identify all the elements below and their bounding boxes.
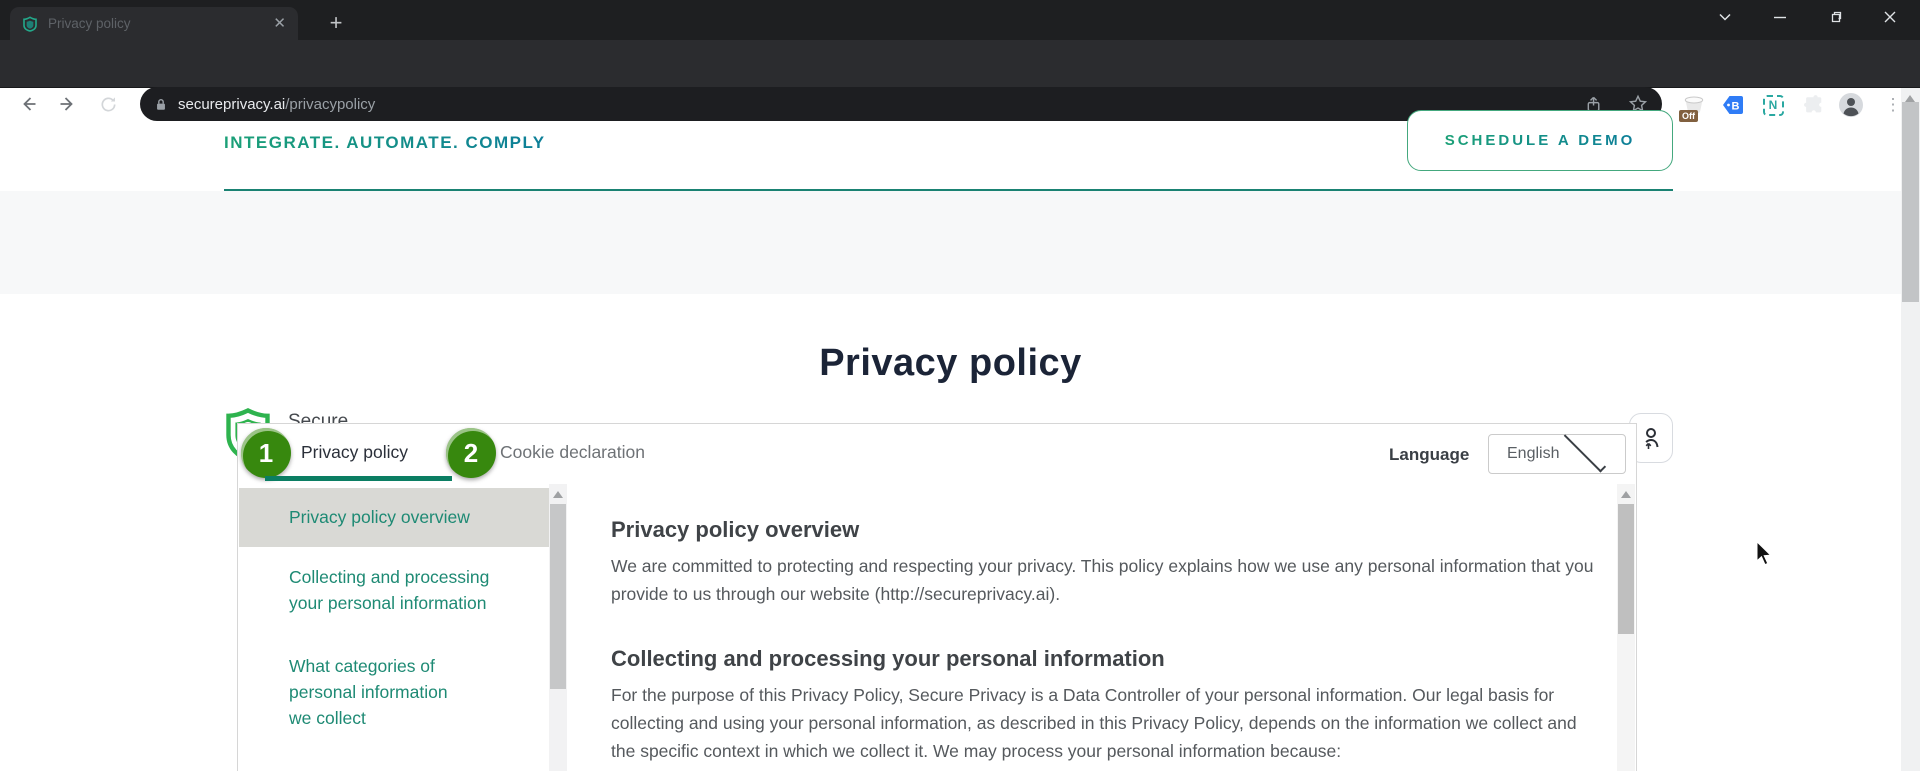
- browser-window: Privacy policy ✕ + secureprivacy.ai/priv…: [0, 0, 1920, 771]
- tab-privacy-policy[interactable]: Privacy policy: [301, 442, 408, 463]
- section-collecting: Collecting and processing your personal …: [611, 646, 1596, 765]
- schedule-demo-button[interactable]: SCHEDULE A DEMO: [1407, 110, 1673, 171]
- url-host: secureprivacy.ai: [178, 95, 286, 113]
- page-scrollbar[interactable]: [1901, 88, 1920, 771]
- active-tab-underline: [265, 476, 452, 481]
- tab-search-chevron-icon[interactable]: [1702, 0, 1748, 34]
- main-navbar: Secure Privacy Solutions Features Techno…: [0, 191, 1901, 463]
- lock-icon[interactable]: [154, 97, 168, 112]
- browser-toolbar: secureprivacy.ai/privacypolicy Off B N ⋮: [0, 40, 1920, 122]
- schedule-demo-label: SCHEDULE A DEMO: [1444, 132, 1636, 149]
- step-2-badge: 2: [446, 428, 496, 478]
- extensions-puzzle-icon[interactable]: [1800, 92, 1826, 118]
- svg-text:B: B: [1732, 101, 1740, 113]
- scrollbar-thumb[interactable]: [1902, 102, 1919, 302]
- browser-tab[interactable]: Privacy policy ✕: [10, 7, 298, 40]
- mouse-cursor: [1755, 539, 1774, 573]
- clipper-extension-icon[interactable]: N: [1760, 92, 1786, 118]
- language-label: Language: [1389, 445, 1470, 464]
- site-tagline: INTEGRATE. AUTOMATE. COMPLY: [224, 133, 546, 152]
- chevron-down-icon: [1564, 430, 1607, 473]
- step-1-badge: 1: [241, 428, 291, 478]
- section-heading: Privacy policy overview: [611, 517, 860, 542]
- section-body: For the purpose of this Privacy Policy, …: [611, 685, 1577, 761]
- back-icon[interactable]: [13, 90, 43, 118]
- cup-extension-icon[interactable]: Off: [1679, 92, 1707, 122]
- language-value: English: [1507, 445, 1560, 462]
- section-body: We are committed to protecting and respe…: [611, 556, 1594, 604]
- sidebar-item-label: Privacy policy overview: [289, 507, 470, 527]
- sidebar-scrollbar[interactable]: [549, 484, 567, 771]
- window-close-button[interactable]: [1867, 0, 1913, 34]
- profile-avatar-icon[interactable]: [1838, 92, 1864, 118]
- tab-title: Privacy policy: [48, 16, 131, 31]
- scrollbar-thumb[interactable]: [1618, 504, 1634, 634]
- favicon-shield-icon: [22, 15, 38, 32]
- content-scrollbar[interactable]: [1617, 484, 1635, 771]
- new-tab-button[interactable]: +: [322, 9, 350, 37]
- tab-cookie-declaration[interactable]: Cookie declaration: [500, 442, 645, 463]
- sidebar-item-label: What categories of personal information …: [289, 656, 448, 728]
- tag-extension-icon[interactable]: B: [1720, 92, 1746, 118]
- reload-icon[interactable]: [93, 90, 123, 118]
- extension-off-badge: Off: [1679, 110, 1698, 122]
- forward-icon[interactable]: [53, 90, 83, 118]
- tab-strip: Privacy policy ✕ +: [0, 0, 1920, 40]
- url-text[interactable]: secureprivacy.ai/privacypolicy: [178, 96, 375, 113]
- person-login-icon: [1645, 428, 1659, 449]
- sidebar-item-collecting[interactable]: Collecting and processing your personal …: [239, 564, 549, 616]
- tab-close-icon[interactable]: ✕: [273, 16, 286, 31]
- section-heading: Collecting and processing your personal …: [611, 646, 1165, 671]
- sidebar-item-overview[interactable]: Privacy policy overview: [239, 488, 549, 547]
- url-path: /privacypolicy: [285, 95, 376, 113]
- sidebar-item-categories[interactable]: What categories of personal information …: [239, 653, 549, 731]
- scroll-up-icon[interactable]: [1621, 491, 1631, 498]
- page-title: Privacy policy: [819, 342, 1082, 384]
- language-select[interactable]: English: [1488, 430, 1626, 474]
- section-overview: Privacy policy overview We are committed…: [611, 517, 1596, 608]
- scroll-up-icon[interactable]: [1905, 95, 1915, 102]
- scroll-up-icon[interactable]: [553, 491, 563, 498]
- window-minimize-button[interactable]: [1757, 0, 1803, 34]
- window-restore-button[interactable]: [1812, 0, 1858, 34]
- scrollbar-thumb[interactable]: [550, 504, 566, 689]
- sidebar-item-label: Collecting and processing your personal …: [289, 567, 490, 613]
- policy-widget: 1 Privacy policy 2 Cookie declaration La…: [237, 423, 1637, 771]
